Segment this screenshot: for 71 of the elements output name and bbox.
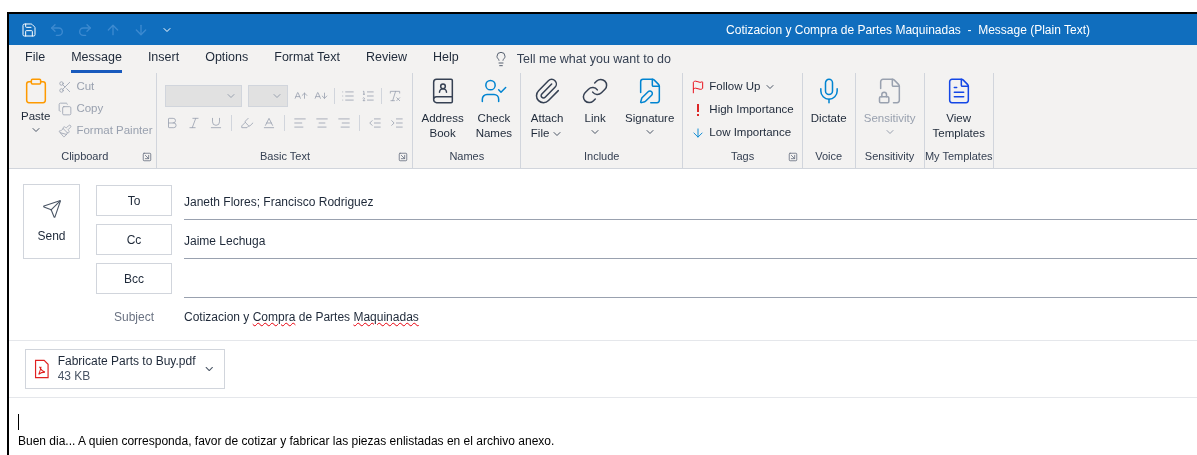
numbering-icon[interactable] (361, 89, 376, 103)
ribbon-button[interactable]: Check Names (471, 73, 517, 141)
dialog-launcher-icon[interactable] (398, 152, 409, 162)
menu-tab[interactable]: Message (71, 45, 122, 73)
ribbon-button[interactable]: Follow Up (691, 77, 794, 97)
ribbon-button[interactable]: Link (573, 73, 618, 138)
paste-button[interactable]: Paste (17, 73, 55, 136)
group-label: Voice (815, 148, 843, 164)
window-title: Cotizacion y Compra de Partes Maquinadas - Message (Plain Text) (726, 21, 1090, 39)
ribbon-button[interactable]: Attach File (525, 73, 570, 141)
align-center-icon[interactable] (315, 116, 330, 130)
recipient-field[interactable]: Jaime Lechuga (184, 220, 1197, 259)
italic-icon[interactable] (187, 116, 202, 130)
bullets-icon[interactable] (341, 89, 356, 103)
bold-icon[interactable] (165, 116, 180, 130)
send-button[interactable]: Send (23, 184, 80, 259)
menu-tab[interactable]: Review (366, 45, 407, 73)
dialog-launcher-icon[interactable] (787, 152, 798, 162)
menu-tab[interactable]: Help (433, 45, 459, 73)
ribbon-button[interactable]: Signature (621, 73, 679, 138)
font-name-field[interactable] (165, 85, 243, 107)
menu-tab[interactable]: Format Text (274, 45, 340, 73)
subject-field[interactable]: Cotizacion y Compra de Partes Maquinadas (184, 308, 419, 326)
dialog-launcher-icon[interactable] (142, 152, 153, 162)
font-size-field[interactable] (248, 85, 289, 107)
send-icon (41, 198, 62, 219)
exclamation-icon (697, 104, 700, 116)
link-icon (581, 77, 610, 105)
group-label: My Templates (924, 148, 993, 164)
ribbon-button[interactable]: Address Book (417, 73, 468, 141)
undo-icon[interactable] (49, 21, 65, 38)
group-label: Sensitivity (864, 148, 915, 164)
ribbon-button[interactable]: View Templates (928, 73, 989, 141)
ribbon-button[interactable]: Dictate (806, 73, 851, 126)
group-label: Clipboard (61, 148, 109, 164)
message-body-text: Buen dia... A quien corresponda, favor de cotizar y fabricar las piezas enlistadas en el archivo anexo. (18, 433, 556, 450)
group-label: Tags (730, 148, 755, 164)
save-icon[interactable] (21, 21, 37, 38)
paintbrush-icon (58, 123, 73, 138)
underline-icon[interactable] (209, 116, 224, 130)
align-right-icon[interactable] (337, 116, 352, 130)
group-label: Basic Text (260, 148, 310, 164)
highlighter-icon[interactable] (240, 116, 255, 130)
pdf-file-icon (34, 357, 50, 381)
ribbon-button[interactable]: Low Importance (691, 123, 794, 143)
group-label: Names (449, 148, 485, 164)
redo-icon[interactable] (77, 21, 93, 38)
menu-tab[interactable]: Options (205, 45, 249, 73)
scissors-icon (58, 79, 73, 94)
decrease-indent-icon[interactable] (368, 116, 383, 130)
font-color-icon[interactable] (262, 116, 277, 130)
check-names-icon (479, 77, 508, 105)
copy-icon (58, 101, 73, 116)
attachment-card[interactable]: Fabricate Parts to Buy.pdf 43 KB (25, 349, 225, 389)
increase-indent-icon[interactable] (390, 116, 405, 130)
recipient-button[interactable]: Bcc (96, 263, 172, 294)
menu-tab[interactable]: File (25, 45, 46, 73)
paperclip-icon (533, 77, 562, 105)
clear-formatting-icon[interactable] (388, 89, 403, 103)
recipient-button[interactable]: To (96, 185, 172, 216)
recipient-field[interactable]: Janeth Flores; Francisco Rodriguez (184, 181, 1197, 220)
align-left-icon[interactable] (293, 116, 308, 130)
menu-tab[interactable]: Insert (147, 45, 180, 73)
subject-label: Subject (113, 309, 155, 326)
ribbon-button[interactable]: High Importance (691, 100, 794, 120)
attachment-name: Fabricate Parts to Buy.pdf (57, 354, 196, 369)
recipient-button[interactable]: Cc (96, 224, 172, 255)
attachment-size: 43 KB (57, 369, 92, 384)
flag-icon (691, 80, 706, 94)
group-label: Include (584, 148, 620, 164)
tell-me-field[interactable]: Tell me what you want to do (492, 49, 671, 69)
